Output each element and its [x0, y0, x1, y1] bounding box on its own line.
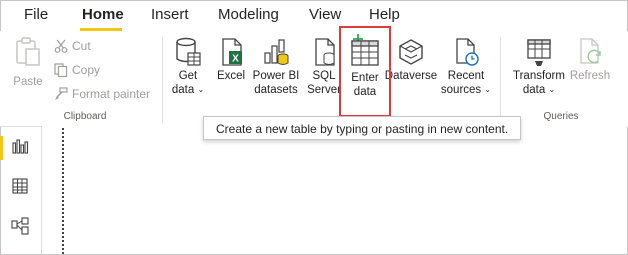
active-view-indicator	[0, 136, 3, 160]
sql-server-label-1: SQL	[312, 70, 336, 82]
chevron-down-icon: ⌄	[197, 85, 205, 94]
get-data-label-1: Get	[178, 70, 198, 82]
model-view-icon	[11, 217, 29, 235]
transform-data-icon	[527, 39, 551, 66]
chevron-down-icon: ⌄	[548, 85, 556, 94]
refresh-label: Refresh	[569, 70, 611, 82]
enter-data-highlight	[339, 26, 391, 117]
ribbon: Paste Cut Copy Format painter Clipboard	[0, 31, 628, 127]
paintbrush-icon	[55, 87, 68, 100]
queries-group-label: Queries	[543, 111, 579, 122]
svg-text:X: X	[232, 54, 239, 65]
paste-label: Paste	[13, 76, 43, 88]
sql-server-label-2: Server	[307, 84, 341, 96]
cut-button[interactable]: Cut	[54, 39, 91, 53]
group-separator	[500, 37, 501, 123]
format-painter-button[interactable]: Format painter	[54, 87, 150, 101]
model-view-button[interactable]	[0, 210, 41, 240]
excel-label: Excel	[216, 70, 246, 82]
table-view-icon	[12, 178, 28, 194]
tab-insert[interactable]: Insert	[151, 6, 189, 23]
clipboard-group-label: Clipboard	[63, 111, 107, 122]
scissors-icon	[54, 39, 68, 53]
copy-button[interactable]: Copy	[54, 63, 101, 78]
tab-file[interactable]: File	[24, 6, 48, 23]
get-data-button[interactable]: Get data ⌄	[168, 37, 208, 97]
excel-icon: X	[222, 38, 242, 66]
recent-sources-button[interactable]: Recent sources ⌄	[438, 37, 494, 97]
database-icon	[176, 37, 201, 66]
recent-sources-icon	[456, 38, 479, 66]
refresh-icon	[580, 38, 601, 64]
chevron-down-icon: ⌄	[484, 85, 492, 94]
format-painter-label: Format painter	[72, 87, 151, 101]
tab-view[interactable]: View	[309, 6, 341, 23]
transform-data-label-1: Transform	[513, 70, 565, 82]
transform-data-button[interactable]: Transform data ⌄	[510, 37, 568, 97]
dataverse-button[interactable]: Dataverse	[384, 37, 438, 83]
cut-label: Cut	[72, 39, 91, 53]
recent-sources-label-1: Recent	[447, 70, 485, 82]
copy-label: Copy	[72, 63, 101, 77]
power-bi-datasets-label-1: Power BI	[252, 70, 300, 82]
tab-modeling[interactable]: Modeling	[218, 6, 279, 23]
sql-server-icon	[315, 38, 335, 66]
report-canvas[interactable]	[42, 126, 627, 254]
table-view-button[interactable]	[0, 170, 41, 200]
report-view-button[interactable]	[0, 130, 41, 160]
group-separator	[162, 37, 163, 123]
dataverse-label: Dataverse	[384, 70, 438, 82]
view-switcher	[0, 126, 42, 255]
dataset-icon	[264, 39, 289, 65]
transform-data-label-2: data	[522, 84, 546, 96]
power-bi-datasets-button[interactable]: Power BI datasets	[250, 37, 302, 97]
dataverse-icon	[399, 39, 423, 65]
sql-server-button[interactable]: SQL Server	[306, 37, 342, 97]
enter-data-tooltip: Create a new table by typing or pasting …	[203, 116, 521, 140]
excel-button[interactable]: X Excel	[212, 37, 250, 83]
refresh-button[interactable]: Refresh	[568, 37, 612, 83]
page-boundary	[62, 128, 64, 254]
paste-icon	[16, 37, 40, 66]
paste-button[interactable]: Paste	[8, 37, 48, 89]
power-bi-datasets-label-2: datasets	[254, 84, 298, 96]
copy-icon	[54, 63, 68, 78]
get-data-label-2: data	[171, 84, 195, 96]
tab-help[interactable]: Help	[369, 6, 400, 23]
menu-bar: File Home Insert Modeling View Help	[0, 0, 628, 31]
report-view-icon	[12, 139, 29, 154]
recent-sources-label-2: sources	[440, 84, 482, 96]
tab-home[interactable]: Home	[82, 6, 124, 23]
